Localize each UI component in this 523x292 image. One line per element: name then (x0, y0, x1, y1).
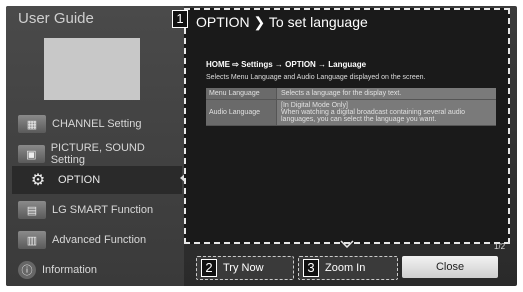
sidebar-item-label: LG SMART Function (52, 204, 154, 216)
table-key: Menu Language (206, 88, 276, 99)
table-value: [In Digital Mode Only] When watching a d… (276, 100, 496, 125)
tv-screen: User Guide ▦ CHANNEL Setting ▣ PICTURE, … (6, 6, 517, 286)
sidebar-item-label: OPTION (58, 174, 101, 186)
panel-description: Selects Menu Language and Audio Language… (206, 74, 426, 81)
scroll-down-icon[interactable] (340, 240, 354, 248)
callout-badge-3: 3 (303, 259, 319, 277)
close-label: Close (435, 261, 465, 273)
sidebar: User Guide ▦ CHANNEL Setting ▣ PICTURE, … (6, 6, 184, 286)
try-now-label: Try Now (223, 262, 264, 274)
sidebar-item-label: Information (42, 264, 98, 276)
try-now-button[interactable]: 2 Try Now (196, 256, 294, 280)
info-icon: ⓘ (18, 261, 36, 279)
sidebar-item-channel[interactable]: ▦ CHANNEL Setting (6, 110, 176, 138)
advanced-icon: ▥ (18, 231, 46, 249)
callout-badge-2: 2 (201, 259, 217, 277)
close-button[interactable]: Close (402, 256, 498, 278)
guide-thumbnail (44, 38, 140, 100)
table-row: Menu Language Selects a language for the… (206, 88, 496, 100)
sidebar-item-label: CHANNEL Setting (52, 118, 142, 130)
table-row: Audio Language [In Digital Mode Only] Wh… (206, 100, 496, 126)
channel-icon: ▦ (18, 115, 46, 133)
sidebar-item-label: Advanced Function (52, 234, 147, 246)
sidebar-item-advanced[interactable]: ▥ Advanced Function (6, 226, 176, 254)
sidebar-item-lg-smart[interactable]: ▤ LG SMART Function (6, 196, 176, 224)
sidebar-item-option[interactable]: ⚙ OPTION (12, 166, 182, 194)
sidebar-item-picture-sound[interactable]: ▣ PICTURE, SOUND Setting (6, 140, 176, 168)
zoom-in-label: Zoom In (325, 262, 366, 274)
guide-panel: 1 OPTION ❯ To set language HOME ⇨ Settin… (172, 8, 510, 244)
page-title: OPTION ❯ To set language (196, 14, 368, 30)
table-key: Audio Language (206, 100, 276, 125)
smart-icon: ▤ (18, 201, 46, 219)
table-value: Selects a language for the display text. (276, 88, 496, 99)
sidebar-item-information[interactable]: ⓘ Information (6, 256, 176, 284)
sidebar-item-label: PICTURE, SOUND Setting (50, 142, 145, 166)
zoom-in-button[interactable]: 3 Zoom In (298, 256, 398, 280)
gear-icon: ⚙ (30, 172, 46, 189)
page-indicator: 1/2 (494, 242, 506, 251)
picture-sound-icon: ▣ (18, 145, 45, 163)
info-table: Menu Language Selects a language for the… (206, 88, 496, 126)
breadcrumb: HOME ⇨ Settings → OPTION → Language (206, 60, 367, 69)
app-title: User Guide (18, 10, 94, 27)
callout-badge-1: 1 (172, 10, 188, 28)
